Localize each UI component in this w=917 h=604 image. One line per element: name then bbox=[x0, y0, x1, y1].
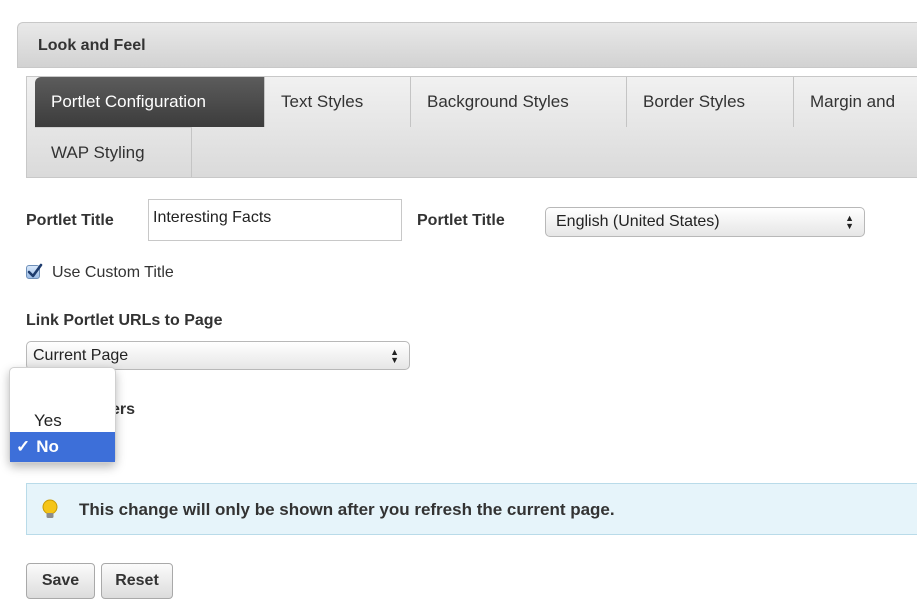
tab-wap-styling[interactable]: WAP Styling bbox=[35, 127, 192, 177]
look-and-feel-header: Look and Feel bbox=[17, 22, 917, 68]
portlet-title-value: Interesting Facts bbox=[153, 209, 272, 226]
save-button[interactable]: Save bbox=[26, 563, 95, 599]
lightbulb-icon bbox=[42, 499, 58, 518]
use-custom-title-checkbox[interactable] bbox=[26, 263, 43, 279]
option-no[interactable]: ✓ No bbox=[10, 432, 115, 462]
link-urls-select-value: Current Page bbox=[33, 347, 129, 364]
tab-portlet-configuration[interactable]: Portlet Configuration bbox=[35, 77, 264, 127]
checkmark-icon: ✓ bbox=[16, 437, 31, 456]
option-label: Yes bbox=[34, 411, 62, 430]
use-custom-title-label: Use Custom Title bbox=[52, 264, 174, 281]
refresh-alert: This change will only be shown after you… bbox=[26, 483, 917, 535]
link-urls-label: Link Portlet URLs to Page bbox=[26, 312, 223, 329]
panel-title: Look and Feel bbox=[38, 37, 146, 54]
link-urls-select[interactable]: Current Page ▲ ▼ bbox=[26, 341, 410, 370]
tab-label: Portlet Configuration bbox=[51, 92, 206, 111]
tab-label: Border Styles bbox=[643, 92, 746, 111]
tab-label: WAP Styling bbox=[51, 143, 145, 162]
language-select[interactable]: English (United States) ▲ ▼ bbox=[545, 207, 865, 237]
updown-arrows-icon: ▲ ▼ bbox=[390, 346, 399, 365]
updown-arrows-icon: ▲ ▼ bbox=[845, 213, 854, 231]
checkmark-icon bbox=[27, 263, 43, 278]
alert-message: This change will only be shown after you… bbox=[79, 500, 615, 519]
language-label: Portlet Title bbox=[417, 212, 505, 229]
language-select-value: English (United States) bbox=[556, 213, 720, 230]
reset-button[interactable]: Reset bbox=[101, 563, 173, 599]
tab-label: Text Styles bbox=[281, 92, 364, 111]
tab-border-styles[interactable]: Border Styles bbox=[627, 77, 794, 127]
portlet-title-label: Portlet Title bbox=[26, 212, 114, 229]
portlet-title-input[interactable]: Interesting Facts bbox=[148, 199, 402, 241]
tab-bar: Portlet Configuration Text Styles Backgr… bbox=[26, 76, 917, 178]
tab-label: Margin and bbox=[810, 92, 896, 111]
show-borders-dropdown[interactable]: Yes ✓ No bbox=[9, 367, 116, 463]
tab-background-styles[interactable]: Background Styles bbox=[411, 77, 627, 127]
tab-text-styles[interactable]: Text Styles bbox=[264, 77, 411, 127]
tab-label: Background Styles bbox=[427, 92, 569, 111]
tab-margin-and-padding[interactable]: Margin and bbox=[794, 77, 917, 127]
option-label: No bbox=[36, 437, 59, 456]
